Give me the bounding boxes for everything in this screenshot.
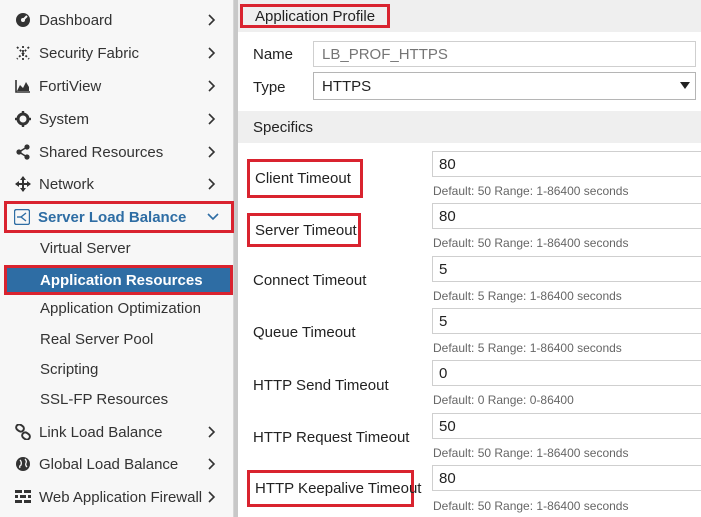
http-send-timeout-input[interactable]: 0	[432, 360, 701, 386]
security-fabric-icon	[12, 45, 34, 61]
sidebar-subitem-virtual-server[interactable]: Virtual Server	[40, 240, 131, 257]
fortiview-icon	[12, 78, 34, 94]
sidebar-item-link-load-balance[interactable]: Link Load Balance	[8, 417, 230, 447]
http-send-timeout-label: HTTP Send Timeout	[253, 377, 389, 394]
name-input[interactable]	[313, 41, 696, 67]
connect-timeout-hint: Default: 5 Range: 1-86400 seconds	[433, 289, 622, 303]
sidebar-item-shared-resources[interactable]: Shared Resources	[8, 137, 230, 167]
type-selected-value: HTTPS	[322, 77, 372, 95]
type-select[interactable]: HTTPS	[313, 72, 696, 100]
client-timeout-hint: Default: 50 Range: 1-86400 seconds	[433, 184, 629, 198]
server-timeout-input[interactable]: 80	[432, 203, 701, 229]
http-send-timeout-hint: Default: 0 Range: 0-86400	[433, 393, 574, 407]
http-keepalive-timeout-label: HTTP Keepalive Timeout	[247, 470, 421, 507]
type-label: Type	[253, 79, 286, 96]
sidebar-item-fortiview[interactable]: FortiView	[8, 71, 230, 101]
connect-timeout-label: Connect Timeout	[253, 272, 367, 289]
sidebar-subitem-application-optimization[interactable]: Application Optimization	[40, 300, 201, 317]
queue-timeout-input[interactable]: 5	[432, 308, 701, 334]
share-icon	[12, 144, 34, 160]
client-timeout-label: Client Timeout	[247, 159, 363, 198]
http-keepalive-timeout-hint: Default: 50 Range: 1-86400 seconds	[433, 499, 629, 513]
sidebar-item-label: Server Load Balance	[38, 208, 187, 226]
application-profile-panel: Application Profile Name Type HTTPS Spec…	[238, 0, 701, 517]
server-timeout-hint: Default: 50 Range: 1-86400 seconds	[433, 236, 629, 250]
firewall-icon	[12, 489, 34, 505]
sidebar-item-label: Web Application Firewall	[39, 488, 203, 506]
sidebar-item-global-load-balance[interactable]: Global Load Balance	[8, 449, 230, 479]
caret-down-icon	[680, 82, 690, 89]
profile-section-header: Application Profile	[238, 0, 701, 32]
chevron-right-icon	[204, 14, 220, 26]
queue-timeout-hint: Default: 5 Range: 1-86400 seconds	[433, 341, 622, 355]
sidebar-subitem-scripting[interactable]: Scripting	[40, 361, 98, 378]
client-timeout-input[interactable]: 80	[432, 151, 701, 177]
server-load-balance-icon	[11, 209, 33, 225]
http-request-timeout-hint: Default: 50 Range: 1-86400 seconds	[433, 446, 629, 460]
sidebar-subitem-real-server-pool[interactable]: Real Server Pool	[40, 331, 153, 348]
sidebar-item-network[interactable]: Network	[8, 169, 230, 199]
network-icon	[12, 176, 34, 192]
sidebar-item-label: System	[39, 110, 90, 128]
chevron-right-icon	[204, 178, 220, 190]
chevron-down-icon	[205, 213, 221, 221]
gear-icon	[12, 111, 34, 127]
sidebar-subitem-label: Application Resources	[40, 272, 203, 289]
name-label: Name	[253, 46, 294, 63]
chevron-right-icon	[204, 146, 220, 158]
sidebar-item-label: FortiView	[39, 77, 102, 95]
sidebar-item-web-application-firewall[interactable]: Web Application Firewall	[8, 482, 230, 512]
sidebar-item-security-fabric[interactable]: Security Fabric	[8, 38, 230, 68]
server-timeout-label: Server Timeout	[247, 213, 361, 247]
sidebar-subitem-application-resources[interactable]: Application Resources	[4, 265, 233, 295]
sidebar-item-label: Global Load Balance	[39, 455, 179, 473]
sidebar-item-label: Link Load Balance	[39, 423, 163, 441]
connect-timeout-input[interactable]: 5	[432, 256, 701, 282]
specifics-section-header: Specifics	[238, 111, 701, 143]
queue-timeout-label: Queue Timeout	[253, 324, 356, 341]
chevron-right-icon	[204, 47, 220, 59]
sidebar-item-label: Dashboard	[39, 11, 113, 29]
sidebar-item-label: Security Fabric	[39, 44, 140, 62]
dashboard-icon	[12, 12, 34, 28]
sidebar-subitem-ssl-fp-resources[interactable]: SSL-FP Resources	[40, 391, 168, 408]
sidebar-item-server-load-balance[interactable]: Server Load Balance	[4, 201, 234, 233]
sidebar-item-label: Network	[39, 175, 95, 193]
chevron-right-icon	[204, 80, 220, 92]
http-request-timeout-input[interactable]: 50	[432, 413, 701, 439]
http-request-timeout-label: HTTP Request Timeout	[253, 429, 410, 446]
chevron-right-icon	[204, 426, 220, 438]
link-icon	[12, 424, 34, 440]
sidebar-item-dashboard[interactable]: Dashboard	[8, 5, 230, 35]
chevron-right-icon	[204, 491, 220, 503]
sidebar-item-system[interactable]: System	[8, 104, 230, 134]
chevron-right-icon	[204, 458, 220, 470]
globe-icon	[12, 456, 34, 472]
chevron-right-icon	[204, 113, 220, 125]
sidebar-nav: Dashboard Security Fabric FortiView Syst…	[0, 0, 234, 517]
page-title: Application Profile	[240, 4, 391, 28]
specifics-title: Specifics	[253, 118, 314, 136]
http-keepalive-timeout-input[interactable]: 80	[432, 465, 701, 491]
sidebar-item-label: Shared Resources	[39, 143, 164, 161]
